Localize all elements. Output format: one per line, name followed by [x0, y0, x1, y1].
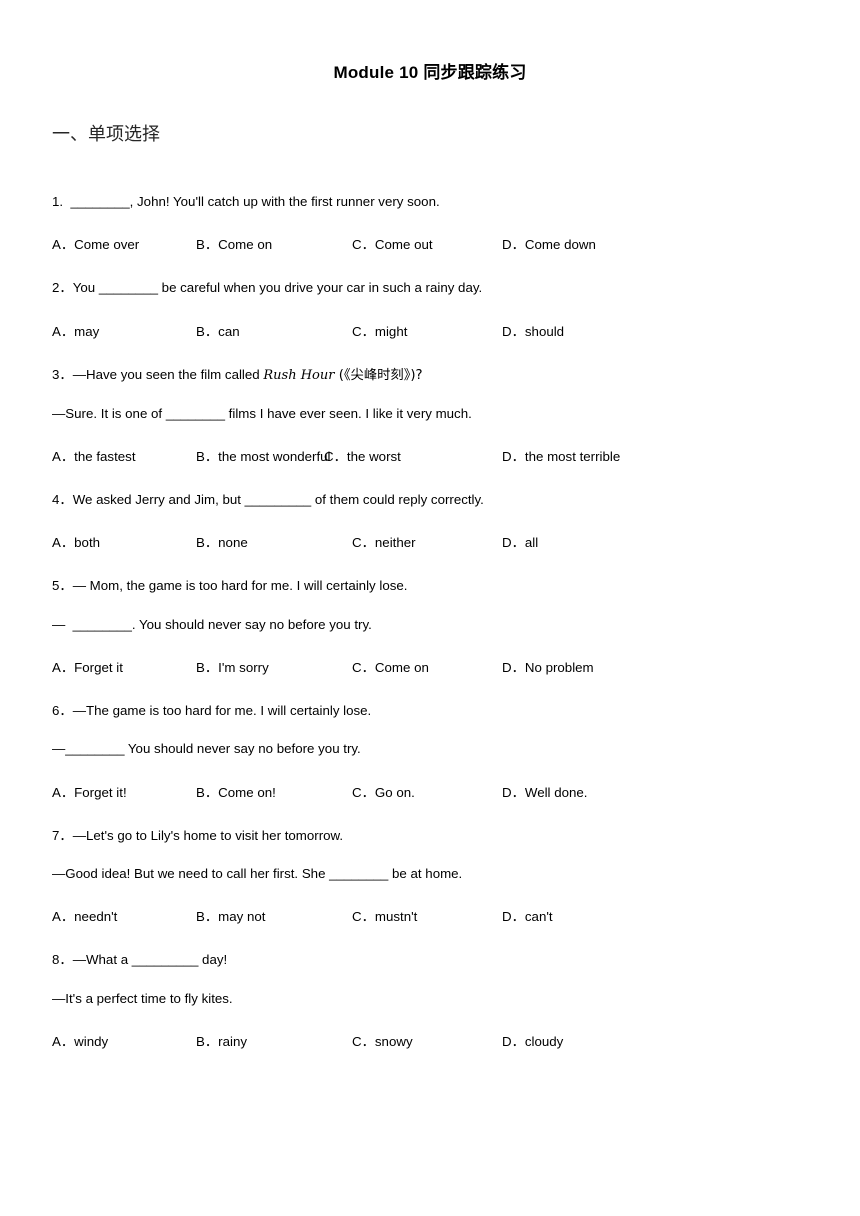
option-a[interactable]: A．windy [52, 1035, 108, 1049]
question-text-line2: —It's a perfect time to fly kites. [52, 990, 233, 1006]
film-title-italic: Rush Hour [263, 367, 335, 383]
question-item: 6．—The game is too hard for me. I will c… [52, 679, 860, 804]
question-item: 7．—Let's go to Lily's home to visit her … [52, 804, 860, 929]
option-d[interactable]: D．can't [502, 910, 553, 924]
option-b[interactable]: B．can [196, 324, 240, 338]
option-a[interactable]: A．needn't [52, 910, 117, 924]
option-a[interactable]: A．may [52, 324, 99, 338]
option-a[interactable]: A．Come over [52, 238, 139, 252]
option-d[interactable]: D．No problem [502, 661, 594, 675]
option-b[interactable]: B．rainy [196, 1035, 247, 1049]
option-a[interactable]: A．Forget it [52, 661, 123, 675]
page-title: Module 10 同步跟踪练习 [333, 63, 527, 82]
option-c[interactable]: C．mustn't [352, 910, 417, 924]
option-d[interactable]: D．the most terrible [502, 450, 620, 464]
question-text-part1: 3．—Have you seen the film called [52, 366, 264, 382]
question-item: 5．— Mom, the game is too hard for me. I … [52, 554, 860, 679]
options-row: A．needn't B．may not C．mustn't D．can't [52, 880, 860, 928]
option-d[interactable]: D．Well done. [502, 785, 587, 799]
question-text: 6．—The game is too hard for me. I will c… [52, 703, 372, 719]
option-a[interactable]: A．the fastest [52, 450, 136, 464]
options-row: A．both B．none C．neither D．all [52, 506, 860, 554]
question-text: 7．—Let's go to Lily's home to visit her … [52, 827, 344, 843]
option-a[interactable]: A．both [52, 536, 100, 550]
question-text: 5．— Mom, the game is too hard for me. I … [52, 578, 408, 594]
options-row: A．Come over B．Come on C．Come out D．Come … [52, 208, 860, 256]
question-text-line2: — ________. You should never say no befo… [52, 616, 372, 632]
question-text-part2: (《尖峰时刻》)? [334, 367, 423, 383]
option-c[interactable]: C．Come out [352, 238, 433, 252]
option-b[interactable]: B．the most wonderful [196, 450, 331, 464]
option-c[interactable]: C．Go on. [352, 785, 415, 799]
questions-container: 1. ________, John! You'll catch up with … [0, 146, 860, 1053]
options-row: A．windy B．rainy C．snowy D．cloudy [52, 1005, 860, 1053]
question-text: 2．You ________ be careful when you drive… [52, 280, 483, 296]
option-b[interactable]: B．I'm sorry [196, 661, 269, 675]
option-c[interactable]: C．neither [352, 536, 416, 550]
question-text-line2: —Sure. It is one of ________ films I hav… [52, 405, 472, 421]
option-c[interactable]: C．snowy [352, 1035, 413, 1049]
option-d[interactable]: D．all [502, 536, 538, 550]
option-c[interactable]: C．might [352, 324, 407, 338]
question-item: 8．—What a _________ day! —It's a perfect… [52, 928, 860, 1053]
option-d[interactable]: D．Come down [502, 238, 596, 252]
question-text-line2: —________ You should never say no before… [52, 741, 361, 757]
option-d[interactable]: D．cloudy [502, 1035, 563, 1049]
options-row: A．Forget it B．I'm sorry C．Come on D．No p… [52, 631, 860, 679]
option-a[interactable]: A．Forget it! [52, 785, 127, 799]
section-heading: 一、单项选择 [52, 124, 160, 145]
question-item: 3．—Have you seen the film called Rush Ho… [52, 343, 860, 469]
option-c[interactable]: C．Come on [352, 661, 429, 675]
question-item: 2．You ________ be careful when you drive… [52, 256, 860, 342]
question-item: 1. ________, John! You'll catch up with … [52, 170, 860, 256]
question-text: 4．We asked Jerry and Jim, but _________ … [52, 492, 484, 508]
option-b[interactable]: B．Come on [196, 238, 272, 252]
option-d[interactable]: D．should [502, 324, 564, 338]
options-row: A．the fastest B．the most wonderful C．the… [52, 420, 860, 468]
question-item: 4．We asked Jerry and Jim, but _________ … [52, 468, 860, 554]
document-page: Module 10 同步跟踪练习 一、单项选择 1. ________, Joh… [0, 0, 860, 1216]
question-text: 3．—Have you seen the film called Rush Ho… [52, 343, 860, 382]
option-b[interactable]: B．none [196, 536, 248, 550]
question-text: 1. ________, John! You'll catch up with … [52, 194, 440, 209]
option-b[interactable]: B．may not [196, 910, 265, 924]
question-text-line2: —Good idea! But we need to call her firs… [52, 865, 463, 881]
options-row: A．may B．can C．might D．should [52, 295, 860, 343]
question-text: 8．—What a _________ day! [52, 952, 228, 968]
option-b[interactable]: B．Come on! [196, 785, 276, 799]
options-row: A．Forget it! B．Come on! C．Go on. D．Well … [52, 756, 860, 804]
option-c[interactable]: C．the worst [324, 450, 401, 464]
